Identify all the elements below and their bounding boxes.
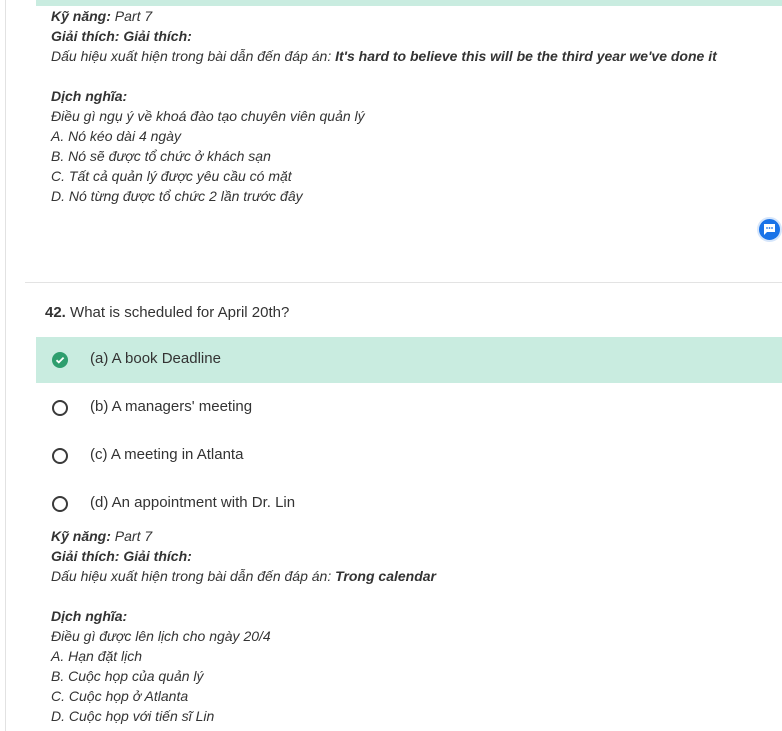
skill-value: Part 7 [114,528,153,544]
skill-line: Kỹ năng: Part 7 [51,6,717,26]
option-label: (a) A book Deadline [90,350,221,367]
radio-icon [52,496,68,512]
skill-line: Kỹ năng: Part 7 [51,526,436,546]
q41-explanation: Kỹ năng: Part 7 Giải thích: Giải thích: … [51,6,717,206]
skill-label: Kỹ năng: [51,8,111,24]
option-c[interactable]: (c) A meeting in Atlanta [36,433,782,479]
chat-button[interactable] [757,217,782,242]
question-divider [25,282,782,283]
check-circle-icon [52,352,68,368]
translation-line: C. Tất cả quản lý được yêu cầu có mặt [51,168,292,184]
translation-line: A. Hạn đặt lịch [51,648,143,664]
translation-line: Điều gì được lên lịch cho ngày 20/4 [51,628,271,644]
explanation-label: Giải thích: Giải thích: [51,28,192,44]
translation-line: A. Nó kéo dài 4 ngày [51,128,181,144]
translation-line: Điều gì ngụ ý về khoá đào tạo chuyên viê… [51,108,365,124]
option-d[interactable]: (d) An appointment with Dr. Lin [36,481,782,527]
question-number: 42. [45,304,66,321]
skill-value: Part 7 [114,8,153,24]
signal-line: Dấu hiệu xuất hiện trong bài dẫn đến đáp… [51,566,436,586]
question-text: What is scheduled for April 20th? [70,304,290,321]
translation-label: Dịch nghĩa: [51,608,128,624]
signal-value: It's hard to believe this will be the th… [335,48,717,64]
signal-line: Dấu hiệu xuất hiện trong bài dẫn đến đáp… [51,46,717,66]
translation-line: B. Nó sẽ được tổ chức ở khách sạn [51,148,271,164]
question-42-title: 42. What is scheduled for April 20th? [45,304,289,321]
translation-line: C. Cuộc họp ở Atlanta [51,688,189,704]
option-b[interactable]: (b) A managers' meeting [36,385,782,431]
translation-line: D. Nó từng được tổ chức 2 lần trước đây [51,188,303,204]
left-border [5,0,6,731]
translation-line: B. Cuộc họp của quản lý [51,668,204,684]
option-label: (b) A managers' meeting [90,398,253,415]
option-label: (d) An appointment with Dr. Lin [90,494,296,511]
signal-value: Trong calendar [335,568,436,584]
q42-explanation: Kỹ năng: Part 7 Giải thích: Giải thích: … [51,526,436,726]
explanation-label: Giải thích: Giải thích: [51,548,192,564]
translation-line: D. Cuộc họp với tiến sĩ Lin [51,708,215,724]
option-a[interactable]: (a) A book Deadline [36,337,782,383]
radio-icon [52,400,68,416]
signal-label: Dấu hiệu xuất hiện trong bài dẫn đến đáp… [51,48,332,64]
option-label: (c) A meeting in Atlanta [90,446,244,463]
translation-label: Dịch nghĩa: [51,88,128,104]
signal-label: Dấu hiệu xuất hiện trong bài dẫn đến đáp… [51,568,332,584]
chat-bubble-icon [764,224,775,235]
radio-icon [52,448,68,464]
skill-label: Kỹ năng: [51,528,111,544]
